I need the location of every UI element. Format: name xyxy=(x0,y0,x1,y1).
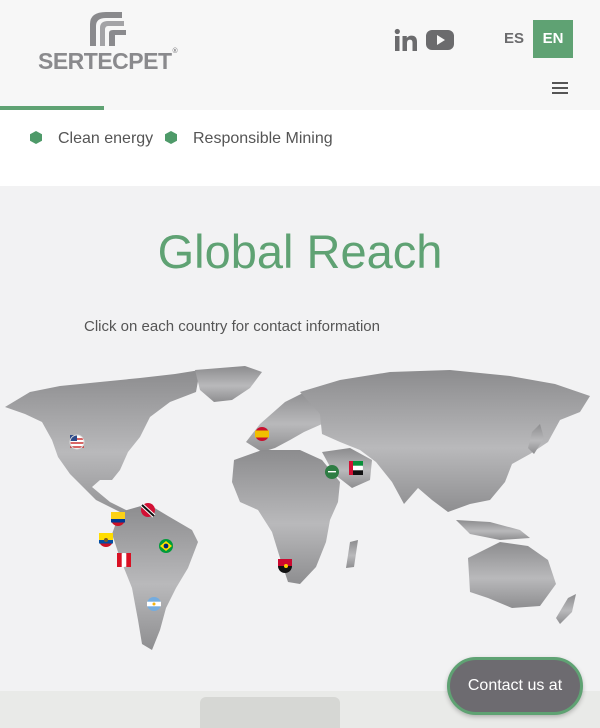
language-en-button[interactable]: EN xyxy=(533,20,573,58)
world-map xyxy=(5,366,590,650)
new-zealand-shape xyxy=(556,594,576,624)
tag-label: Clean energy xyxy=(58,130,154,147)
greenland-shape xyxy=(195,366,262,402)
logo-text: SERTECPET xyxy=(38,48,172,74)
south-america-shape xyxy=(112,504,198,650)
continents xyxy=(5,366,590,650)
ecuador-flag[interactable] xyxy=(99,533,113,547)
global-reach-section: Global Reach Click on each country for c… xyxy=(0,186,600,691)
uae-flag[interactable] xyxy=(349,461,363,475)
peru-flag[interactable] xyxy=(117,553,131,567)
sertecpet-logo[interactable]: SERTECPET® xyxy=(38,10,178,74)
hamburger-menu-icon[interactable] xyxy=(552,80,570,94)
north-america-shape xyxy=(5,370,200,520)
contact-us-button[interactable]: Contact us at xyxy=(447,657,583,715)
site-header: SERTECPET® ES EN xyxy=(0,0,600,110)
indonesia-shape xyxy=(456,520,530,540)
tag-responsible-mining: Responsible Mining xyxy=(165,130,333,148)
linkedin-icon[interactable] xyxy=(394,28,418,52)
spain-flag[interactable] xyxy=(255,427,269,441)
registered-mark: ® xyxy=(172,48,178,55)
asia-shape xyxy=(300,370,590,512)
brazil-flag[interactable] xyxy=(159,539,173,553)
australia-shape xyxy=(468,542,556,608)
hexagon-bullet-icon xyxy=(30,131,42,144)
us-flag[interactable] xyxy=(69,434,85,450)
logo-mark-icon xyxy=(90,12,126,46)
trinidad-and-tobago-flag[interactable] xyxy=(140,503,156,518)
angola-flag[interactable] xyxy=(278,559,292,573)
tag-clean-energy: Clean energy xyxy=(30,130,153,148)
tag-label: Responsible Mining xyxy=(193,130,333,147)
madagascar-shape xyxy=(346,540,358,568)
colombia-flag[interactable] xyxy=(111,512,125,526)
language-es-button[interactable]: ES xyxy=(496,20,532,58)
section-title: Global Reach xyxy=(157,225,443,278)
saudi-arabia-flag[interactable] xyxy=(325,465,339,479)
argentina-flag[interactable] xyxy=(147,597,161,611)
section-subtitle: Click on each country for contact inform… xyxy=(84,318,380,335)
tags-row: Clean energy Responsible Mining xyxy=(0,110,600,186)
youtube-icon[interactable] xyxy=(426,29,454,51)
hexagon-bullet-icon xyxy=(165,131,177,144)
